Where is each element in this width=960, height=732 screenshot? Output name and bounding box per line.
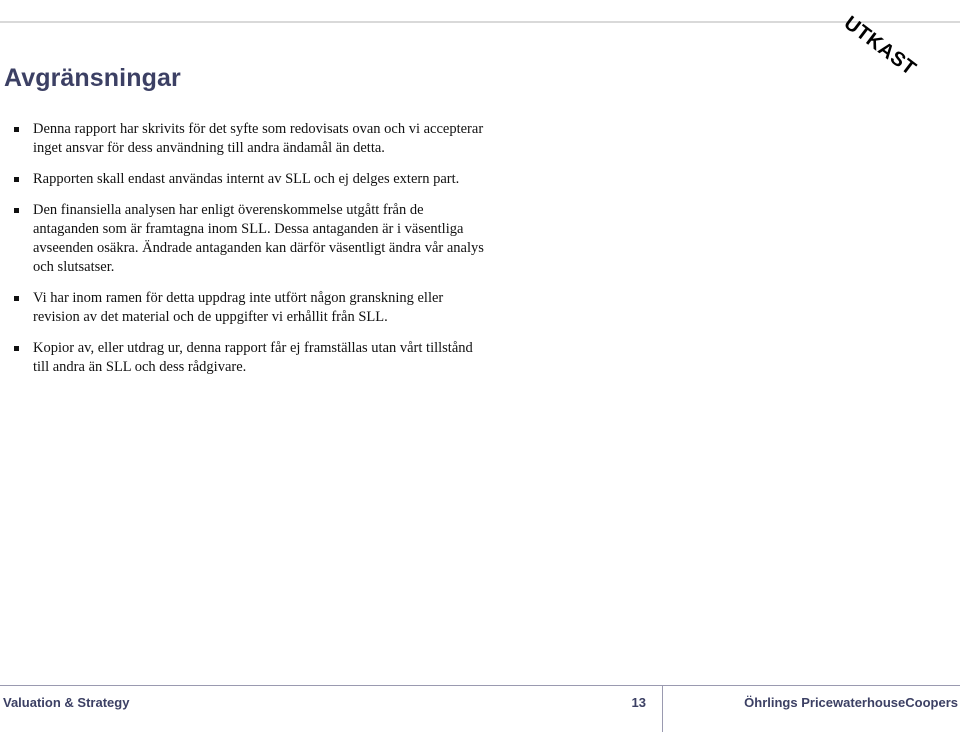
footer-divider: [0, 685, 960, 686]
page-title: Avgränsningar: [4, 63, 181, 92]
list-item: Vi har inom ramen för detta uppdrag inte…: [0, 289, 520, 327]
list-item: Kopior av, eller utdrag ur, denna rappor…: [0, 339, 520, 377]
list-item-text: Denna rapport har skrivits för det syfte…: [33, 121, 484, 156]
list-item-text: Rapporten skall endast användas internt …: [33, 171, 460, 187]
list-item-text: Kopior av, eller utdrag ur, denna rappor…: [33, 340, 473, 375]
footer-company-label: Öhrlings PricewaterhouseCoopers: [744, 695, 958, 710]
square-bullet-icon: [14, 127, 19, 132]
draft-watermark: UTKAST: [840, 0, 960, 80]
footer-department-label: Valuation & Strategy: [3, 695, 130, 710]
list-item: Denna rapport har skrivits för det syfte…: [0, 120, 520, 158]
square-bullet-icon: [14, 177, 19, 182]
list-item: Den finansiella analysen har enligt över…: [0, 201, 520, 277]
slide-page: UTKAST Avgränsningar Denna rapport har s…: [0, 0, 960, 732]
header-divider: [0, 21, 960, 23]
footer-vertical-divider: [662, 686, 663, 732]
square-bullet-icon: [14, 296, 19, 301]
square-bullet-icon: [14, 208, 19, 213]
square-bullet-icon: [14, 346, 19, 351]
page-number: 13: [631, 695, 646, 710]
list-item: Rapporten skall endast användas internt …: [0, 170, 520, 189]
list-item-text: Den finansiella analysen har enligt över…: [33, 202, 484, 275]
bullet-list: Denna rapport har skrivits för det syfte…: [0, 120, 520, 377]
list-item-text: Vi har inom ramen för detta uppdrag inte…: [33, 290, 444, 325]
